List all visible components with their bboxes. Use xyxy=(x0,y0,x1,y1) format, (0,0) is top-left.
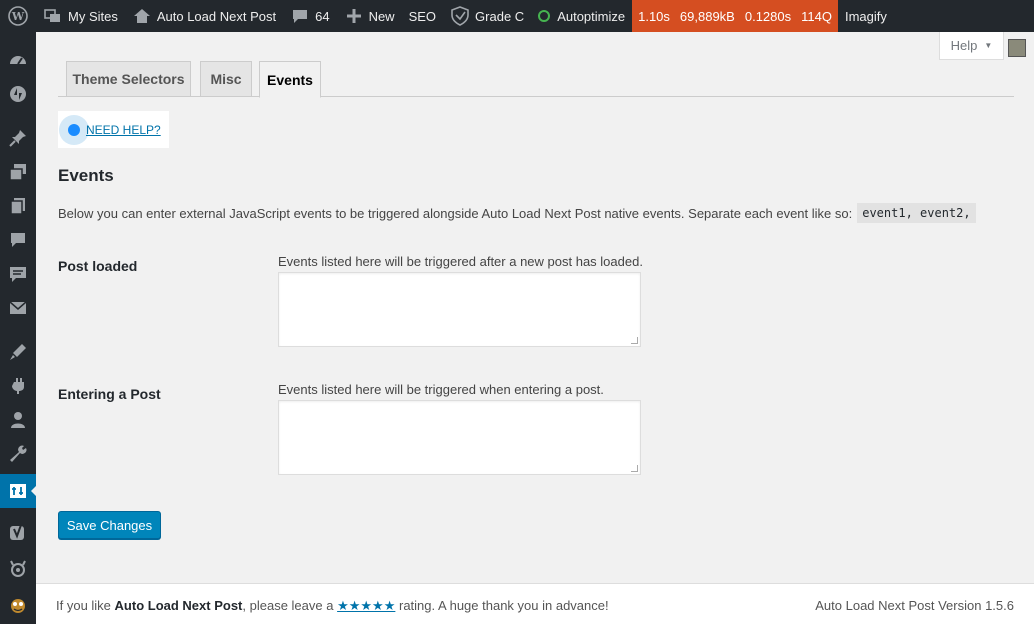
section-intro: Below you can enter external JavaScript … xyxy=(58,203,976,223)
plugins-icon[interactable] xyxy=(0,369,36,403)
my-sites-menu[interactable]: My Sites xyxy=(36,0,125,32)
grade-label: Grade C xyxy=(475,8,525,24)
grade-menu[interactable]: Grade C xyxy=(443,0,531,32)
status-circle-icon xyxy=(538,10,551,22)
avatar[interactable] xyxy=(1008,39,1026,57)
my-sites-icon xyxy=(43,6,63,26)
tab-label: Events xyxy=(267,71,313,88)
admin-footer: If you like Auto Load Next Post, please … xyxy=(36,583,1034,624)
entering-post-textarea[interactable] xyxy=(278,400,641,475)
shield-icon xyxy=(450,6,470,26)
autoptimize-menu[interactable]: Autoptimize xyxy=(531,0,632,32)
footer-version: Auto Load Next Post Version 1.5.6 xyxy=(815,598,1014,613)
section-title: Events xyxy=(58,166,114,185)
comments-icon[interactable] xyxy=(0,223,36,257)
save-changes-button[interactable]: Save Changes xyxy=(58,511,161,539)
site-name-menu[interactable]: Auto Load Next Post xyxy=(125,0,283,32)
new-label: New xyxy=(368,8,395,24)
tab-label: Theme Selectors xyxy=(72,71,185,87)
new-content-menu[interactable]: New xyxy=(337,0,402,32)
wordpress-logo-icon[interactable]: W xyxy=(0,0,36,32)
media-icon[interactable] xyxy=(0,155,36,189)
need-help-link[interactable]: NEED HELP? xyxy=(86,123,161,137)
tools-icon[interactable] xyxy=(0,437,36,471)
post-loaded-description: Events listed here will be triggered aft… xyxy=(278,254,643,269)
imagify-label: Imagify xyxy=(844,8,887,24)
mail-icon[interactable] xyxy=(0,291,36,325)
footer-prefix: If you like xyxy=(56,598,111,613)
comment-bubble-icon xyxy=(290,6,310,26)
imagify-menu[interactable]: Imagify xyxy=(838,0,894,32)
pin-icon[interactable] xyxy=(0,121,36,155)
tab-theme-selectors[interactable]: Theme Selectors xyxy=(66,61,191,97)
perf-queries: 114Q xyxy=(801,8,832,24)
admin-bar: W My Sites Auto Load Next Post 64 New SE… xyxy=(0,0,1034,32)
yoast-icon[interactable] xyxy=(0,516,36,550)
perf-time: 1.10s xyxy=(638,8,670,24)
post-loaded-label: Post loaded xyxy=(58,258,138,274)
entering-post-label: Entering a Post xyxy=(58,386,161,402)
comments-menu[interactable]: 64 xyxy=(283,0,336,32)
query-monitor-stats[interactable]: 1.10s 69,889kB 0.1280s 114Q xyxy=(632,0,838,32)
security-icon[interactable] xyxy=(0,552,36,586)
intro-text: Below you can enter external JavaScript … xyxy=(58,205,853,221)
users-icon[interactable] xyxy=(0,403,36,437)
perf-memory: 69,889kB xyxy=(679,8,735,24)
settings-icon[interactable] xyxy=(0,474,37,508)
entering-post-description: Events listed here will be triggered whe… xyxy=(278,382,604,397)
footer-middle: , please leave a xyxy=(242,598,334,613)
pulse-dot-icon xyxy=(68,124,80,136)
tab-label: Misc xyxy=(210,71,242,87)
rating-stars-link[interactable]: ★★★★★ xyxy=(337,598,395,613)
dashboard-icon[interactable] xyxy=(0,43,36,77)
help-label: Help xyxy=(950,38,978,53)
footer-rating-text: If you like Auto Load Next Post, please … xyxy=(56,598,609,614)
seo-label: SEO xyxy=(408,8,437,24)
my-sites-label: My Sites xyxy=(68,8,118,24)
plus-icon xyxy=(344,6,364,26)
help-tab-button[interactable]: Help ▼ xyxy=(939,32,1004,60)
site-name-label: Auto Load Next Post xyxy=(156,8,277,24)
perf-query-time: 0.1280s xyxy=(744,8,792,24)
footer-suffix: rating. A huge thank you in advance! xyxy=(399,598,609,613)
svg-text:W: W xyxy=(11,10,25,23)
comments-count: 64 xyxy=(315,8,330,24)
imagify-icon[interactable] xyxy=(0,588,36,622)
caret-down-icon: ▼ xyxy=(984,41,993,50)
appearance-icon[interactable] xyxy=(0,335,36,369)
admin-sidebar xyxy=(0,32,37,624)
jetpack-icon[interactable] xyxy=(0,77,36,111)
need-help-box: NEED HELP? xyxy=(58,111,169,148)
footer-plugin-name: Auto Load Next Post xyxy=(114,598,243,613)
tab-events[interactable]: Events xyxy=(259,61,321,98)
post-loaded-textarea[interactable] xyxy=(278,272,641,347)
home-icon xyxy=(132,6,152,26)
feedback-icon[interactable] xyxy=(0,257,36,291)
tab-misc[interactable]: Misc xyxy=(200,61,252,97)
pages-icon[interactable] xyxy=(0,189,36,223)
autoptimize-label: Autoptimize xyxy=(557,8,626,24)
seo-menu[interactable]: SEO xyxy=(402,0,443,32)
settings-tabs: Theme Selectors Misc Events xyxy=(58,61,1014,98)
example-code: event1, event2, xyxy=(857,203,976,223)
